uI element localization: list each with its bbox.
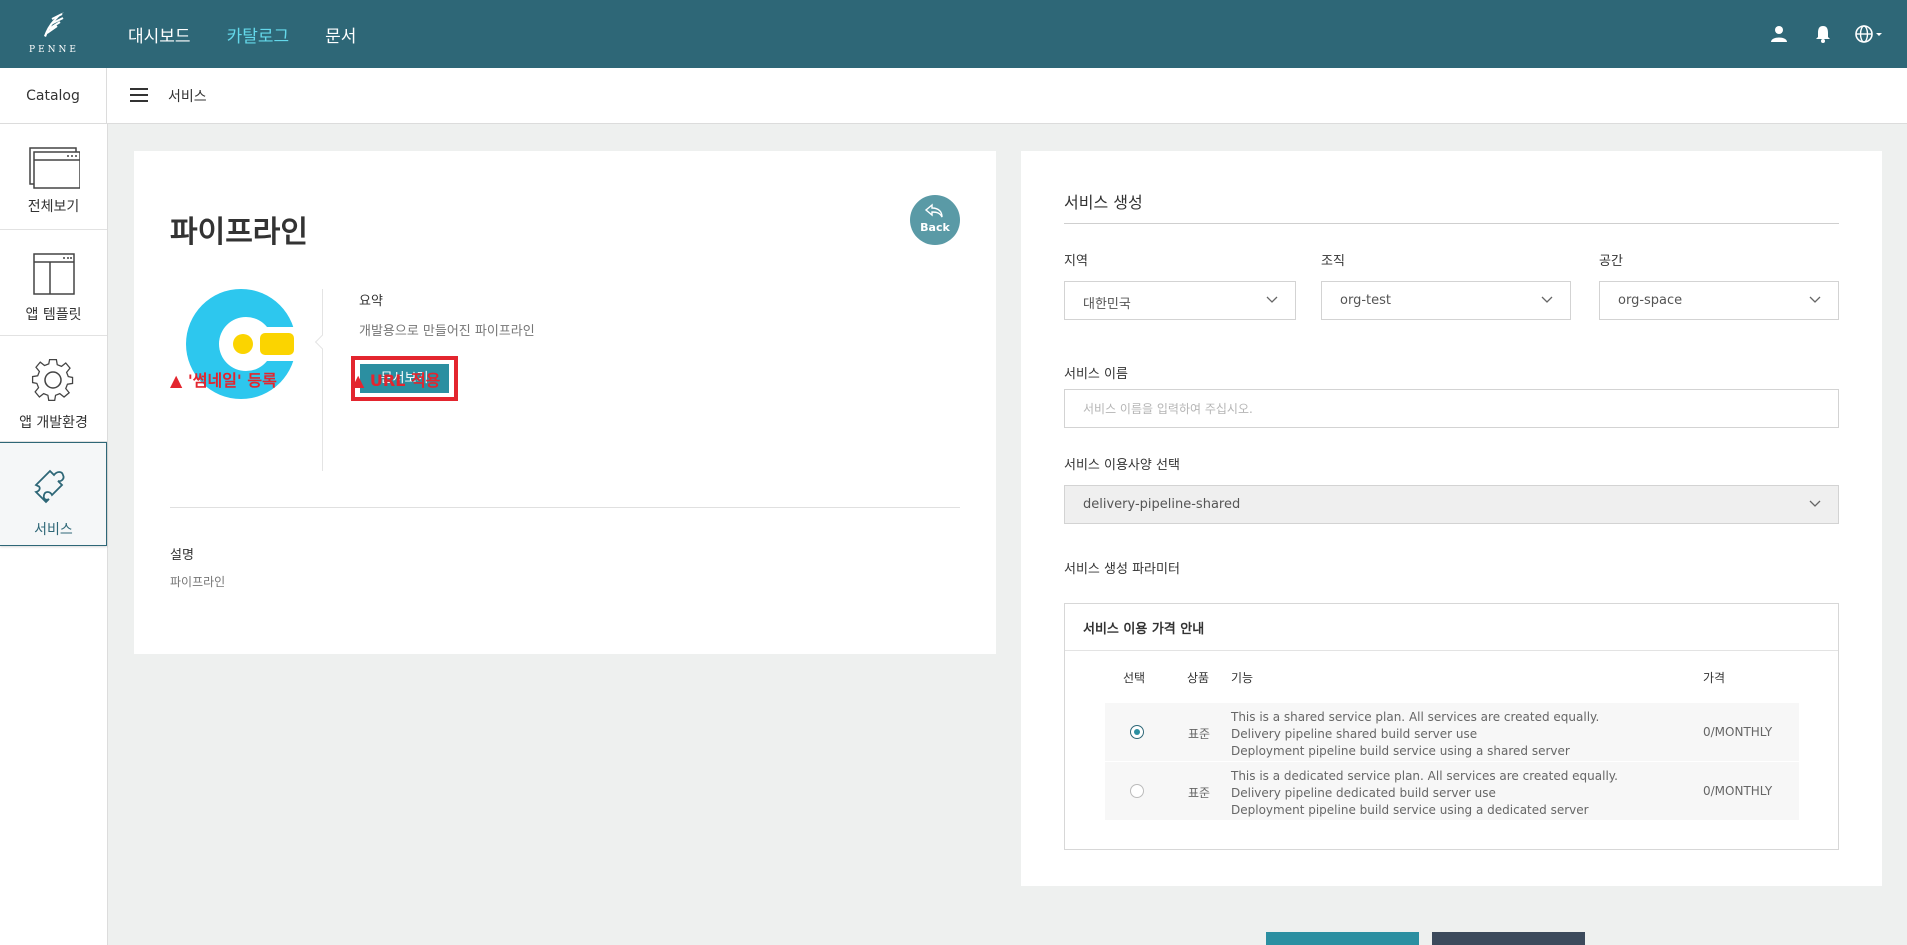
plan-radio[interactable]: [1130, 725, 1144, 739]
price-cell: 0/MONTHLY: [1703, 784, 1773, 798]
cancel-button[interactable]: [1432, 932, 1585, 945]
bell-icon[interactable]: [1811, 22, 1835, 46]
sidebar-item-label: 앱 개발환경: [19, 415, 88, 431]
service-detail-card: 파이프라인 Back ▲ '썸네일' 등록 요약 개발용으로 만들어진 파이프라…: [134, 151, 996, 654]
space-label: 공간: [1599, 254, 1623, 269]
table-row[interactable]: 표준 This is a dedicated service plan. All…: [1105, 762, 1799, 820]
main-nav: 대시보드 카탈로그 문서: [128, 0, 356, 68]
space-select[interactable]: org-space: [1599, 281, 1839, 320]
chevron-down-icon: [1809, 296, 1821, 303]
sidebar: 전체보기 앱 템플릿 앱 개발환경 서비스: [0, 124, 108, 945]
params-label: 서비스 생성 파라미터: [1064, 562, 1180, 577]
back-button[interactable]: Back: [910, 195, 960, 245]
sidebar-item-all[interactable]: 전체보기: [0, 124, 107, 230]
price-cell: 0/MONTHLY: [1703, 725, 1773, 739]
org-label: 조직: [1321, 254, 1345, 269]
price-table: 서비스 이용 가격 안내 선택 상품 기능 가격 표준 This is a sh…: [1064, 603, 1839, 850]
chevron-down-icon: [1266, 296, 1278, 303]
feature-line: Deployment pipeline build service using …: [1231, 803, 1589, 817]
thumbnail-annotation: ▲ '썸네일' 등록: [170, 371, 277, 390]
summary-label: 요약: [359, 294, 383, 309]
puzzle-icon: [34, 469, 65, 504]
form-title: 서비스 생성: [1064, 193, 1143, 212]
column-header: 상품: [1187, 671, 1210, 685]
nav-catalog[interactable]: 카탈로그: [227, 22, 290, 47]
divider: [1064, 223, 1839, 224]
column-header: 기능: [1231, 671, 1254, 685]
sidebar-item-app-template[interactable]: 앱 템플릿: [0, 230, 107, 336]
column-header: 가격: [1703, 671, 1726, 685]
description-label: 설명: [170, 548, 194, 563]
nav-docs[interactable]: 문서: [325, 22, 356, 47]
column-header: 선택: [1123, 671, 1146, 685]
region-select[interactable]: 대한민국: [1064, 281, 1296, 320]
feature-cell: This is a shared service plan. All servi…: [1231, 709, 1599, 760]
feature-line: Deployment pipeline build service using …: [1231, 744, 1570, 758]
service-create-card: 서비스 생성 지역 조직 공간 대한민국 org-test org-space …: [1021, 151, 1882, 886]
globe-icon[interactable]: [1855, 22, 1885, 46]
product-cell: 표준: [1188, 727, 1211, 741]
page-title: 파이프라인: [170, 215, 308, 250]
create-button[interactable]: [1266, 932, 1419, 945]
divider-notch: [314, 334, 330, 350]
plan-value: delivery-pipeline-shared: [1083, 497, 1241, 512]
plan-label: 서비스 이용사양 선택: [1064, 458, 1180, 473]
service-name-label: 서비스 이름: [1064, 367, 1128, 382]
summary-text: 개발용으로 만들어진 파이프라인: [359, 324, 535, 339]
sidebar-item-label: 전체보기: [27, 199, 80, 215]
penne-logo[interactable]: PENNE: [24, 10, 84, 58]
region-value: 대한민국: [1083, 297, 1131, 312]
chevron-down-icon: [1541, 296, 1553, 303]
feature-line: Delivery pipeline dedicated build server…: [1231, 786, 1496, 800]
user-icon[interactable]: [1767, 22, 1791, 46]
back-label: Back: [920, 221, 950, 234]
gear-icon: [31, 358, 74, 402]
feather-icon: [44, 12, 64, 37]
price-table-header: 서비스 이용 가격 안내: [1065, 604, 1838, 651]
product-cell: 표준: [1188, 786, 1211, 800]
chevron-down-icon: [1809, 500, 1821, 507]
template-icon: [33, 253, 75, 295]
hamburger-menu-icon[interactable]: [130, 88, 148, 104]
window-icon: [29, 147, 80, 189]
top-icons: [1767, 0, 1907, 68]
region-label: 지역: [1064, 254, 1088, 269]
sidebar-item-service[interactable]: 서비스: [0, 442, 107, 546]
sidebar-item-label: 서비스: [34, 522, 73, 538]
price-title: 서비스 이용 가격 안내: [1083, 622, 1205, 637]
breadcrumb: 서비스: [168, 89, 207, 105]
org-select[interactable]: org-test: [1321, 281, 1571, 320]
url-annotation: ▲ URL 적용: [352, 371, 441, 390]
plan-radio[interactable]: [1130, 784, 1144, 798]
feature-line: This is a shared service plan. All servi…: [1231, 710, 1600, 724]
service-name-input[interactable]: [1064, 389, 1839, 428]
nav-dashboard[interactable]: 대시보드: [128, 22, 191, 47]
space-value: org-space: [1618, 293, 1683, 308]
logo-text: PENNE: [29, 45, 79, 55]
description-text: 파이프라인: [170, 575, 226, 589]
feature-line: This is a dedicated service plan. All se…: [1231, 769, 1618, 783]
sidebar-item-app-dev-env[interactable]: 앱 개발환경: [0, 336, 107, 442]
sub-header: Catalog 서비스: [0, 68, 1907, 124]
back-arrow-icon: [924, 203, 943, 218]
org-value: org-test: [1340, 293, 1391, 308]
feature-cell: This is a dedicated service plan. All se…: [1231, 768, 1618, 819]
divider: [322, 289, 323, 471]
section-label: Catalog: [0, 68, 107, 124]
top-navigation-bar: PENNE 대시보드 카탈로그 문서: [0, 0, 1907, 68]
plan-select[interactable]: delivery-pipeline-shared: [1064, 485, 1839, 524]
table-row[interactable]: 표준 This is a shared service plan. All se…: [1105, 703, 1799, 761]
divider: [170, 507, 960, 508]
feature-line: Delivery pipeline shared build server us…: [1231, 727, 1478, 741]
sidebar-item-label: 앱 템플릿: [25, 307, 82, 323]
